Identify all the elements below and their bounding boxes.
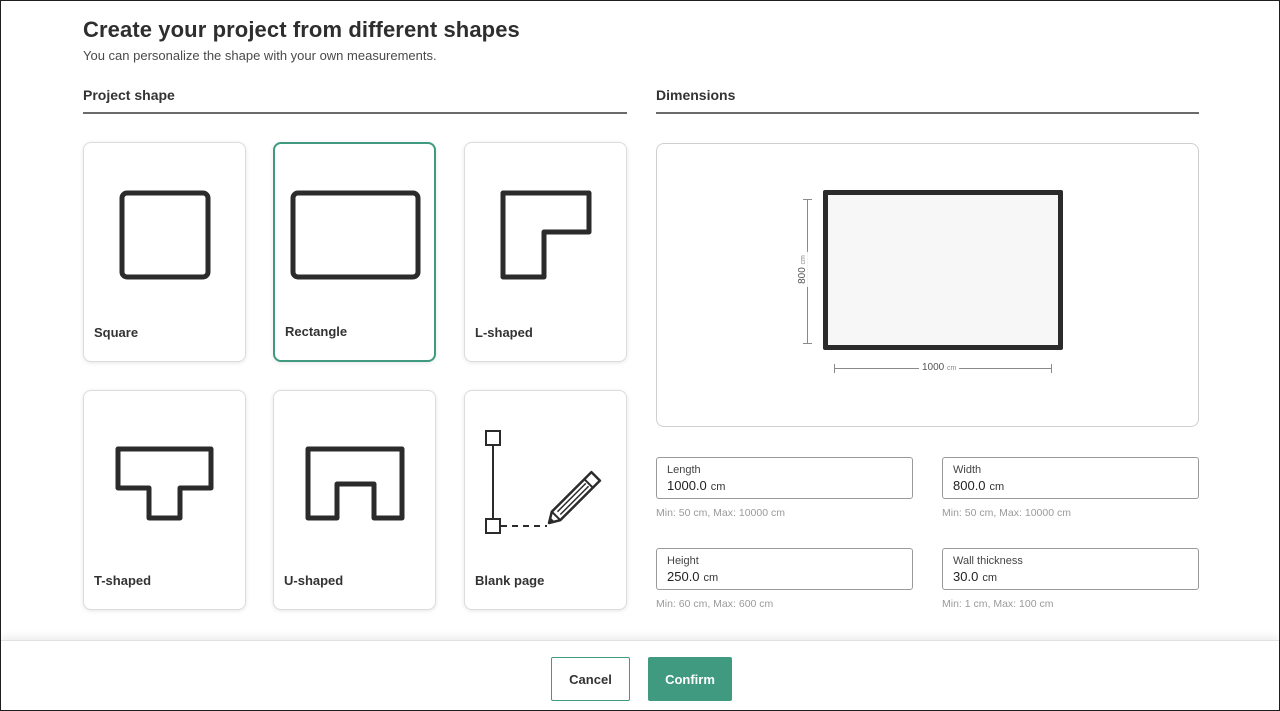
cancel-button[interactable]: Cancel	[551, 657, 630, 701]
shape-card-l-shaped[interactable]: L-shaped	[464, 142, 627, 362]
dialog-footer: Cancel Confirm	[1, 640, 1279, 710]
width-field[interactable]: Width 800.0 cm	[942, 457, 1199, 499]
dimensions-preview: 800 cm 1000 cm	[656, 143, 1199, 427]
length-field[interactable]: Length 1000.0 cm	[656, 457, 913, 499]
page-title: Create your project from different shape…	[83, 17, 520, 42]
room-outline-preview	[823, 190, 1063, 350]
height-label: Height	[667, 555, 699, 567]
shape-card-rectangle[interactable]: Rectangle	[273, 142, 436, 362]
width-label: Width	[953, 464, 982, 476]
width-hint: Min: 50 cm, Max: 10000 cm	[942, 507, 1071, 519]
shape-label-blank-page: Blank page	[475, 573, 545, 588]
project-shape-heading: Project shape	[83, 87, 175, 103]
rectangle-shape-icon	[290, 190, 421, 280]
height-field[interactable]: Height 250.0 cm	[656, 548, 913, 590]
width-dimension-label: 1000 cm	[919, 362, 960, 373]
shape-label-l-shaped: L-shaped	[475, 325, 533, 340]
length-hint: Min: 50 cm, Max: 10000 cm	[656, 507, 785, 519]
width-dimension-tick-right	[1051, 364, 1052, 373]
blank-page-pencil-icon	[485, 430, 602, 534]
height-dimension-tick-top	[803, 199, 812, 200]
u-shape-icon	[305, 446, 405, 521]
height-input[interactable]: 250.0 cm	[667, 569, 718, 584]
width-input[interactable]: 800.0 cm	[953, 478, 1004, 493]
length-input[interactable]: 1000.0 cm	[667, 478, 725, 493]
wall-thickness-input[interactable]: 30.0 cm	[953, 569, 997, 584]
page-subtitle: You can personalize the shape with your …	[83, 48, 437, 63]
wall-thickness-hint: Min: 1 cm, Max: 100 cm	[942, 598, 1054, 610]
shape-card-blank-page[interactable]: Blank page	[464, 390, 627, 610]
shape-label-square: Square	[94, 325, 139, 340]
project-shape-divider	[83, 112, 627, 114]
wall-thickness-label: Wall thickness	[953, 555, 1023, 567]
shape-card-u-shaped[interactable]: U-shaped	[273, 390, 436, 610]
height-dimension-label: 800 cm	[796, 252, 808, 287]
l-shape-icon	[500, 190, 592, 280]
shape-card-t-shaped[interactable]: T-shaped	[83, 390, 246, 610]
t-shape-icon	[115, 446, 214, 521]
dimensions-divider	[656, 112, 1199, 114]
wall-thickness-field[interactable]: Wall thickness 30.0 cm	[942, 548, 1199, 590]
dimensions-heading: Dimensions	[656, 87, 736, 103]
shape-label-t-shaped: T-shaped	[94, 573, 152, 588]
height-hint: Min: 60 cm, Max: 600 cm	[656, 598, 774, 610]
shape-card-square[interactable]: Square	[83, 142, 246, 362]
shape-label-u-shaped: U-shaped	[284, 573, 344, 588]
length-label: Length	[667, 464, 701, 476]
height-dimension-tick-bottom	[803, 343, 812, 344]
shape-label-rectangle: Rectangle	[285, 324, 348, 339]
square-shape-icon	[119, 190, 211, 280]
width-dimension-tick-left	[834, 364, 835, 373]
confirm-button[interactable]: Confirm	[648, 657, 732, 701]
